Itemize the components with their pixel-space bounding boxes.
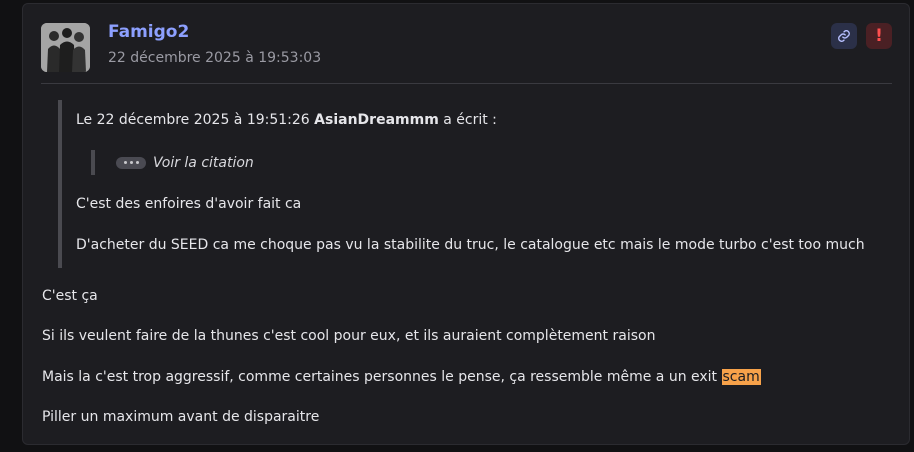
forum-post: Famigo2 22 décembre 2025 à 19:53:03 ! Le… — [22, 3, 910, 445]
quote-block: Le 22 décembre 2025 à 19:51:26 AsianDrea… — [58, 100, 896, 268]
avatar-group-silhouette-icon — [41, 23, 90, 72]
quoted-author[interactable]: AsianDreammm — [314, 112, 439, 128]
highlighted-word: scam — [721, 369, 761, 385]
post-line: C'est ça — [42, 288, 98, 304]
post-line: Piller un maximum avant de disparaitre — [42, 409, 320, 425]
post-line-text: Mais la c'est trop aggressif, comme cert… — [42, 369, 722, 385]
avatar[interactable] — [41, 23, 90, 72]
post-line: Mais la c'est trop aggressif, comme cert… — [42, 369, 761, 385]
post-line: Si ils veulent faire de la thunes c'est … — [42, 328, 656, 344]
nested-quote-label: Voir la citation — [153, 154, 254, 171]
permalink-button[interactable] — [831, 23, 857, 49]
quote-suffix: a écrit : — [443, 112, 497, 128]
post-date: 22 décembre 2025 à 19:53:03 — [108, 50, 322, 66]
nested-quote-toggle[interactable]: Voir la citation — [91, 150, 254, 175]
link-icon — [838, 30, 850, 42]
quote-line: D'acheter du SEED ca me choque pas vu la… — [76, 237, 865, 253]
quote-date: Le 22 décembre 2025 à 19:51:26 — [76, 112, 310, 128]
author-name[interactable]: Famigo2 — [108, 22, 189, 42]
quote-line: C'est des enfoires d'avoir fait ca — [76, 196, 302, 212]
report-button[interactable]: ! — [866, 23, 892, 49]
header-divider — [41, 83, 892, 84]
quote-header: Le 22 décembre 2025 à 19:51:26 AsianDrea… — [76, 112, 497, 128]
ellipsis-icon — [116, 156, 146, 169]
exclamation-icon: ! — [875, 26, 883, 46]
